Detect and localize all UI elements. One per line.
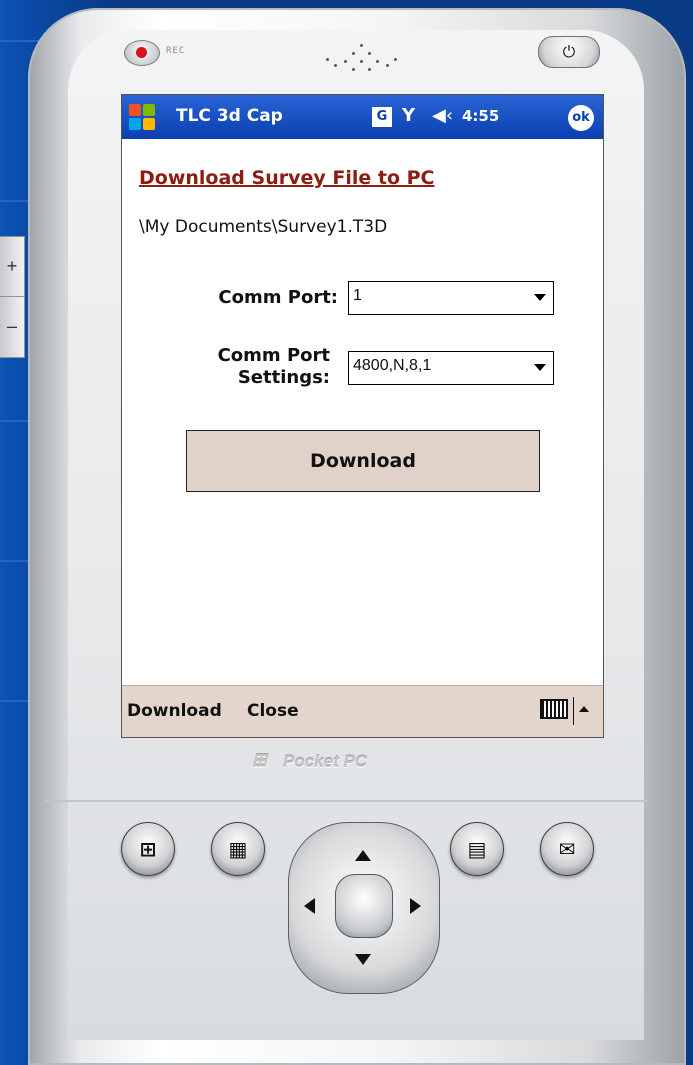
file-path: \My Documents\Survey1.T3D	[139, 217, 388, 237]
mail-icon: ✉	[558, 837, 576, 861]
settings-label-line1: Comm Port	[217, 345, 330, 366]
comm-port-select[interactable]: 1	[348, 281, 554, 315]
contacts-hardware-button[interactable]: ▤	[450, 822, 504, 876]
volume-icon[interactable]: ◀‹	[432, 105, 453, 126]
chevron-down-icon	[531, 288, 549, 306]
start-hardware-button[interactable]: ⊞	[121, 822, 175, 876]
ok-button[interactable]: ok	[568, 105, 594, 131]
comm-port-settings-label: Comm Port Settings:	[162, 345, 330, 389]
speaker-grille	[320, 40, 410, 80]
title-bar: TLC 3d Cap G 𝗬 ◀‹ 4:55 ok	[122, 95, 603, 139]
inbox-hardware-button[interactable]: ✉	[540, 822, 594, 876]
clock[interactable]: 4:55	[462, 107, 499, 125]
power-icon: ⏻	[562, 42, 576, 61]
windows-logo-icon: ⊞	[252, 750, 268, 770]
arrow-down-icon[interactable]	[355, 954, 371, 965]
settings-label-line2: Settings:	[237, 367, 330, 388]
arrow-up-icon[interactable]	[355, 850, 371, 861]
menu-download[interactable]: Download	[127, 701, 222, 721]
record-button[interactable]	[124, 40, 160, 66]
arrow-right-icon[interactable]	[410, 898, 421, 914]
comm-port-label: Comm Port:	[218, 287, 338, 308]
page-heading: Download Survey File to PC	[139, 167, 435, 189]
gprs-icon[interactable]: G	[372, 107, 392, 127]
start-menu-icon[interactable]	[128, 103, 156, 131]
calendar-hardware-button[interactable]: ▦	[211, 822, 265, 876]
dpad[interactable]	[288, 822, 440, 994]
volume-up-button[interactable]: +	[0, 237, 24, 296]
rec-label: REC	[166, 46, 186, 56]
menu-separator	[573, 697, 574, 725]
brand-text: Pocket PC	[283, 752, 368, 771]
arrow-left-icon[interactable]	[304, 898, 315, 914]
windows-icon: ⊞	[139, 837, 157, 861]
comm-port-value: 1	[353, 287, 362, 304]
keyboard-icon[interactable]	[540, 699, 568, 719]
app-title: TLC 3d Cap	[176, 106, 283, 126]
record-icon	[136, 47, 147, 58]
chevron-down-icon	[531, 358, 549, 376]
comm-port-settings-select[interactable]: 4800,N,8,1	[348, 351, 554, 385]
power-button[interactable]: ⏻	[538, 36, 600, 68]
calendar-icon: ▦	[228, 837, 248, 861]
device-screen: TLC 3d Cap G 𝗬 ◀‹ 4:55 ok Download Surve…	[121, 94, 604, 738]
signal-icon[interactable]: 𝗬	[402, 105, 415, 126]
contacts-icon: ▤	[467, 837, 487, 861]
download-button[interactable]: Download	[186, 430, 540, 492]
comm-port-settings-value: 4800,N,8,1	[353, 357, 432, 374]
volume-down-button[interactable]: –	[0, 296, 24, 356]
menu-close[interactable]: Close	[247, 701, 299, 721]
background-line	[0, 40, 40, 42]
input-panel-arrow-icon[interactable]	[579, 706, 589, 712]
dpad-center-button[interactable]	[335, 874, 393, 938]
menu-bar: Download Close	[122, 685, 603, 737]
volume-rocker[interactable]: + –	[0, 236, 25, 358]
